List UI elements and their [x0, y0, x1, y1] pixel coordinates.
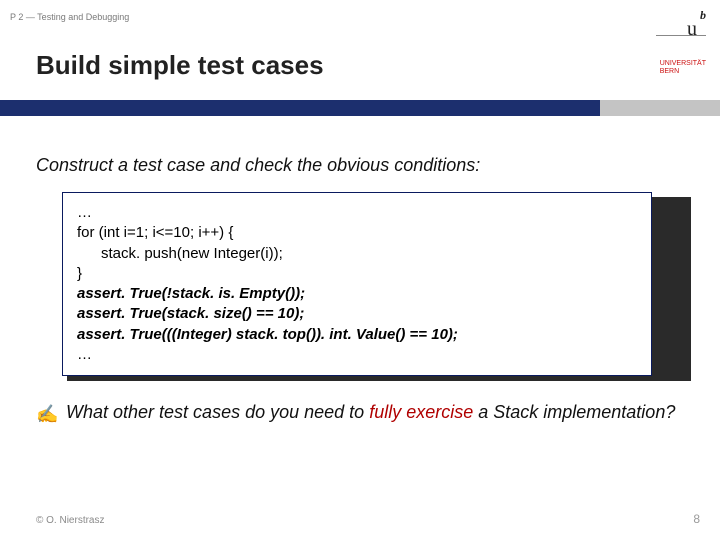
code-block: … for (int i=1; i<=10; i++) { stack. pus… — [62, 192, 686, 376]
question-emphasis: fully exercise — [369, 402, 473, 422]
code-line: for (int i=1; i<=10; i++) { — [77, 223, 637, 243]
code-line: … — [77, 345, 637, 365]
slide: P 2 — Testing and Debugging Build simple… — [0, 0, 720, 540]
code-line: assert. True(stack. size() == 10); — [77, 304, 637, 324]
body: Construct a test case and check the obvi… — [36, 155, 686, 426]
code-line: assert. True(!stack. is. Empty()); — [77, 284, 637, 304]
logo-b: b — [700, 8, 706, 22]
logo-u: u — [687, 18, 697, 40]
code-line: assert. True(((Integer) stack. top()). i… — [77, 325, 637, 345]
question-before: What other test cases do you need to — [66, 402, 369, 422]
lead-text: Construct a test case and check the obvi… — [36, 155, 686, 176]
code-line: stack. push(new Integer(i)); — [77, 244, 637, 264]
page-number: 8 — [693, 512, 700, 526]
logo-line1: UNIVERSITÄT — [660, 60, 706, 68]
hand-icon: ✍ — [36, 400, 56, 426]
question-text: What other test cases do you need to ful… — [66, 400, 675, 424]
logo-letter: u b — [654, 8, 706, 41]
code-line: } — [77, 264, 637, 284]
slide-title: Build simple test cases — [36, 50, 324, 81]
question-after: a Stack implementation? — [473, 402, 675, 422]
code-line: … — [77, 203, 637, 223]
logo-text: UNIVERSITÄT BERN — [654, 60, 706, 75]
header-tag: P 2 — Testing and Debugging — [10, 12, 129, 22]
logo-line2: BERN — [660, 68, 706, 76]
footer-copyright: © O. Nierstrasz — [36, 515, 105, 526]
logo-band — [600, 100, 720, 116]
question: ✍ What other test cases do you need to f… — [36, 400, 686, 426]
